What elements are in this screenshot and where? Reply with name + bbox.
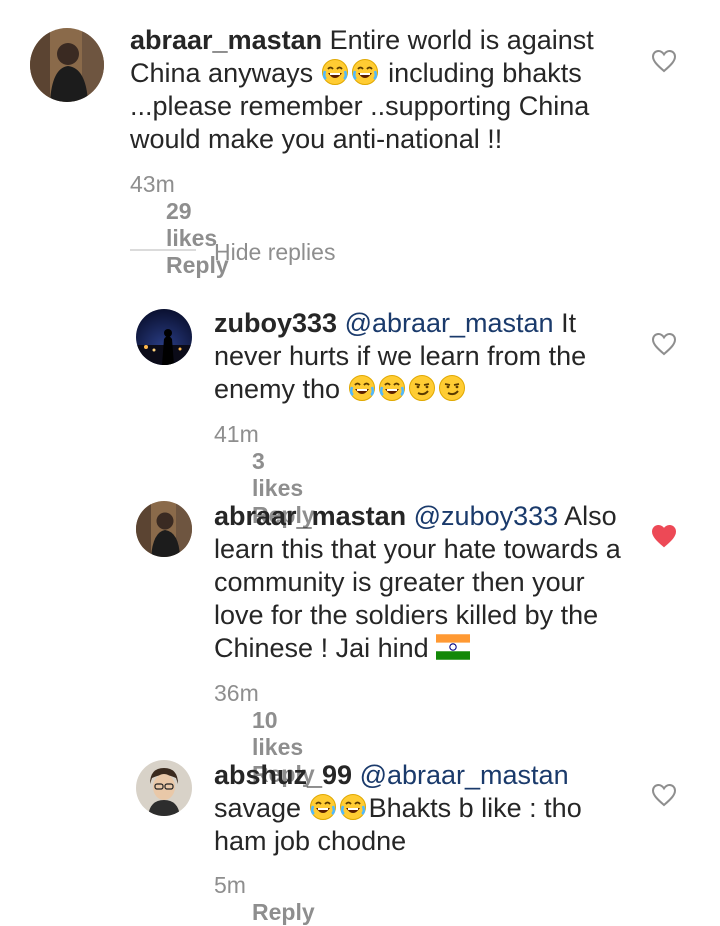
india-flag-icon (436, 634, 470, 660)
heart-outline-icon[interactable] (651, 332, 677, 356)
heart-filled-icon[interactable] (651, 524, 677, 548)
avatar[interactable] (136, 760, 192, 816)
comment-time: 41m (214, 421, 259, 447)
comment-time: 5m (214, 872, 246, 898)
comment-username[interactable]: abraar_mastan (130, 25, 322, 55)
laughing-emoji-icon (309, 793, 337, 821)
comment-body: savage (214, 793, 302, 823)
hide-replies-button[interactable]: Hide replies (214, 239, 335, 266)
comment-time: 43m (130, 171, 175, 197)
laughing-emoji-icon (348, 374, 376, 402)
mention-link[interactable]: @zuboy333 (414, 501, 559, 531)
comment-time: 36m (214, 680, 259, 706)
comment-username[interactable]: zuboy333 (214, 308, 337, 338)
smirk-emoji-icon (438, 374, 466, 402)
mention-link[interactable]: @abraar_mastan (345, 308, 554, 338)
avatar[interactable] (136, 501, 192, 557)
heart-outline-icon[interactable] (651, 783, 677, 807)
laughing-emoji-icon (339, 793, 367, 821)
laughing-emoji-icon (321, 58, 349, 86)
reply-button[interactable]: Reply (252, 899, 315, 926)
smirk-emoji-icon (408, 374, 436, 402)
mention-link[interactable]: @abraar_mastan (360, 760, 569, 790)
comment-text: zuboy333 @abraar_mastan It never hurts i… (214, 307, 634, 406)
avatar[interactable] (136, 309, 192, 365)
avatar[interactable] (30, 28, 104, 102)
comment-text: abraar_mastan @zuboy333 Also learn this … (214, 500, 634, 665)
comment-meta: 5m Reply (214, 872, 315, 926)
comment-username[interactable]: abshuz_99 (214, 760, 352, 790)
replies-divider (130, 249, 196, 251)
comment-text: abshuz_99 @abraar_mastan savage Bhakts b… (214, 759, 634, 858)
comment-username[interactable]: abraar_mastan (214, 501, 406, 531)
likes-count[interactable]: 3 likes (252, 448, 315, 502)
laughing-emoji-icon (351, 58, 379, 86)
likes-count[interactable]: 10 likes (252, 707, 315, 761)
heart-outline-icon[interactable] (651, 49, 677, 73)
comment-text: abraar_mastan Entire world is against Ch… (130, 24, 630, 156)
laughing-emoji-icon (378, 374, 406, 402)
